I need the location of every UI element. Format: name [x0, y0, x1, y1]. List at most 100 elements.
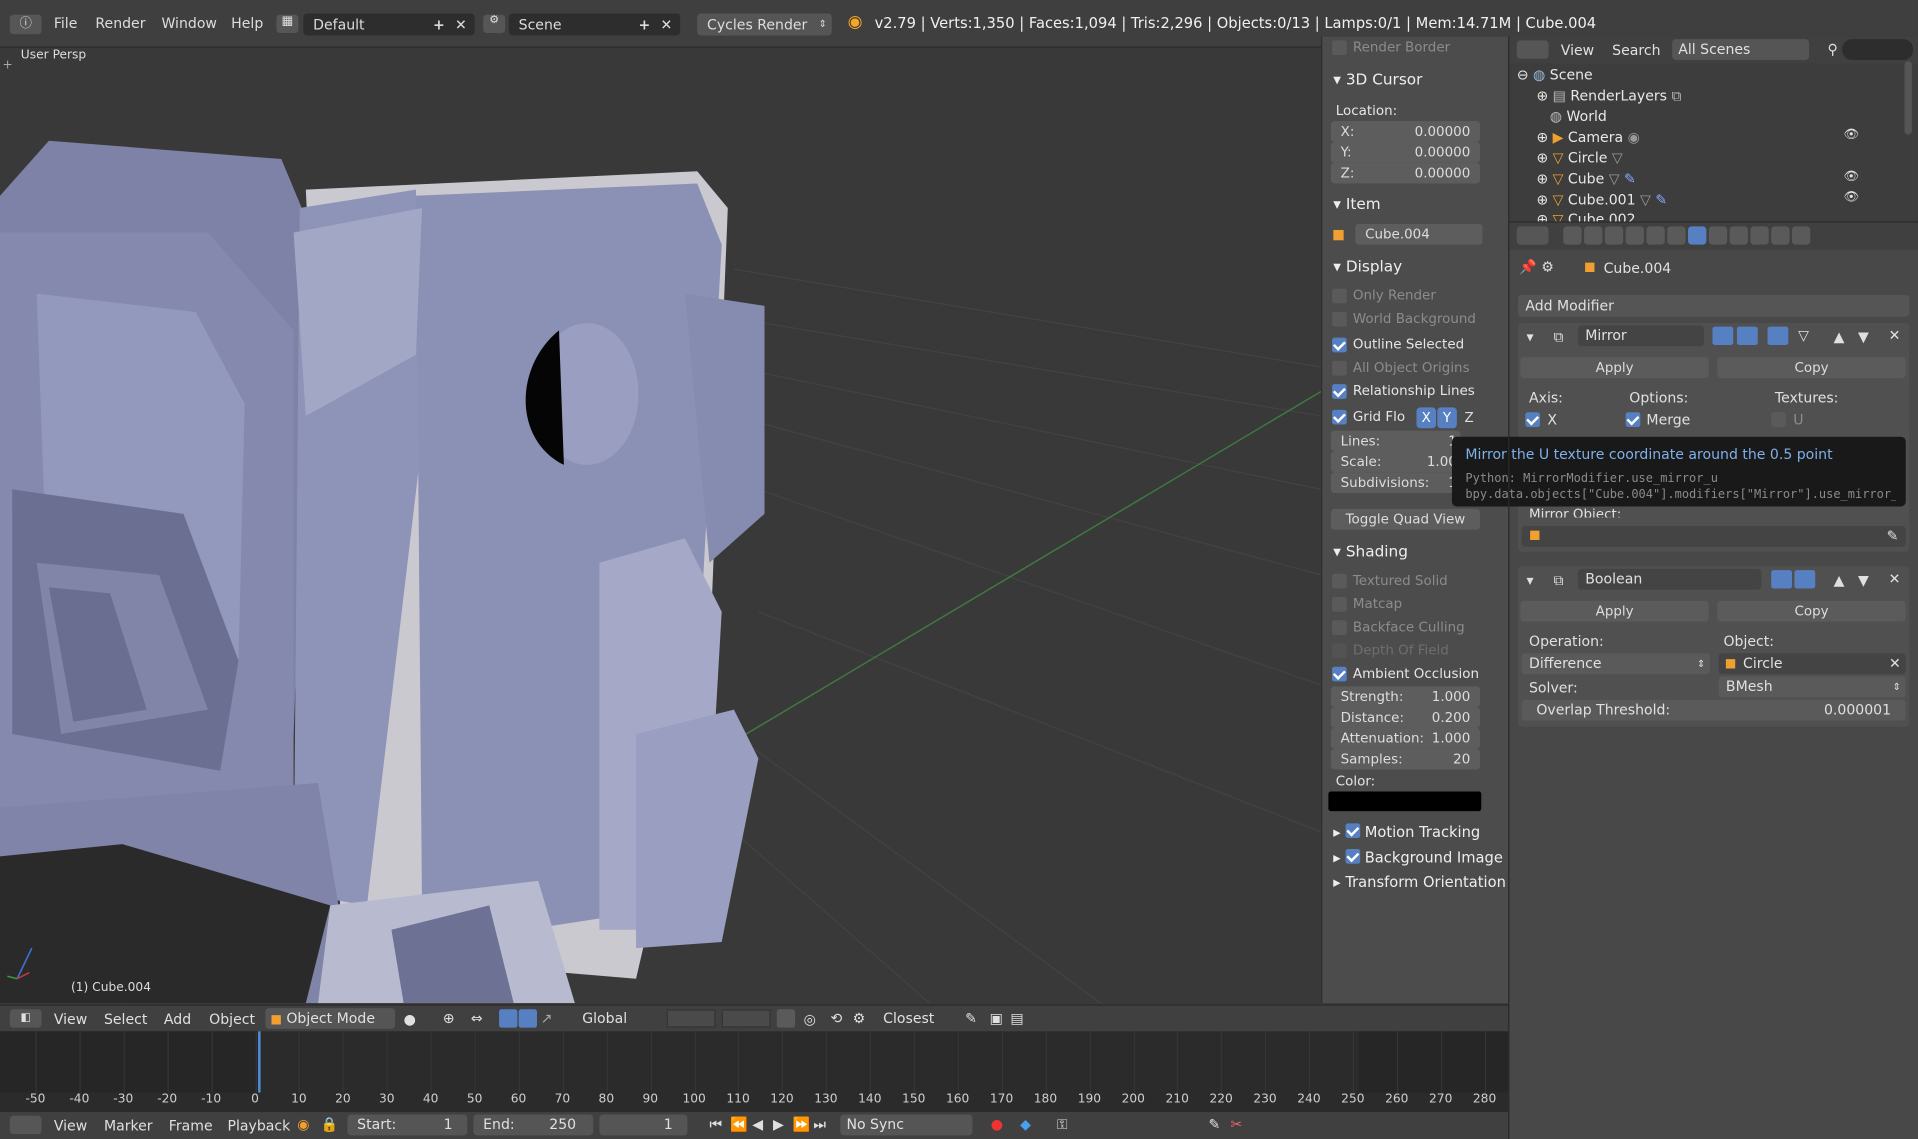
3d-viewport[interactable]: User Persp + (1) Cube.004 [0, 48, 1322, 1004]
play-icon[interactable]: ▶ [773, 1116, 784, 1133]
layers-grid-2[interactable] [721, 1009, 771, 1028]
boolean-move-down-icon[interactable]: ▼ [1858, 571, 1869, 588]
proportional-edit-icon[interactable]: ◎ [804, 1011, 816, 1028]
snap-element-icon[interactable]: ⚙ [853, 1009, 866, 1026]
only-render-checkbox[interactable] [1332, 288, 1347, 304]
display-header[interactable]: ▾ Display [1333, 257, 1402, 275]
world-background-checkbox[interactable] [1332, 311, 1347, 327]
menu-view[interactable]: View [54, 1011, 87, 1028]
menu-file[interactable]: File [54, 15, 78, 32]
outliner-menu-search[interactable]: Search [1612, 42, 1660, 59]
mirror-name-field[interactable]: Mirror [1577, 325, 1704, 347]
render-layers-tab-icon[interactable] [1584, 226, 1603, 245]
depth-of-field-checkbox[interactable] [1332, 643, 1347, 659]
boolean-render-toggle[interactable] [1771, 570, 1792, 589]
outliner-search-input[interactable] [1842, 39, 1914, 60]
render-animation-icon[interactable]: ▤ [1010, 1009, 1023, 1026]
lock-icon[interactable]: 🔒 [320, 1116, 338, 1133]
data-tab-icon[interactable] [1708, 226, 1728, 245]
all-object-origins-checkbox[interactable] [1332, 360, 1347, 376]
mirror-apply-button[interactable]: Apply [1520, 357, 1709, 379]
boolean-collapse-icon[interactable]: ▾ [1527, 571, 1534, 588]
world-tab-icon[interactable] [1625, 226, 1644, 245]
end-frame-field[interactable]: End: 250 [473, 1114, 594, 1136]
menu-select[interactable]: Select [104, 1011, 147, 1028]
outliner-row-circle[interactable]: ⊕ ▽ Circle ▽ [1536, 149, 1622, 166]
transform-orientation-select[interactable]: Global [582, 1008, 660, 1029]
outliner-row-cube[interactable]: ⊕ ▽ Cube ▽ ✎ [1536, 170, 1635, 187]
boolean-remove-icon[interactable]: ✕ [1889, 570, 1901, 587]
toolshelf-plus-icon[interactable]: + [2, 59, 12, 72]
item-name-field[interactable]: Cube.004 [1355, 223, 1483, 245]
scene-icon[interactable]: ⚙ [483, 14, 506, 34]
ao-color-swatch[interactable] [1328, 791, 1482, 812]
outliner-scrollbar[interactable] [1904, 61, 1912, 135]
mirror-move-up-icon[interactable]: ▲ [1834, 328, 1845, 345]
boolean-object-clear-icon[interactable]: ✕ [1889, 653, 1901, 674]
info-editor-icon[interactable]: ⓘ [9, 14, 42, 35]
menu-window[interactable]: Window [161, 15, 216, 32]
boolean-overlap-threshold-field[interactable]: Overlap Threshold: 0.000001 [1521, 699, 1906, 721]
grid-axis-x-toggle[interactable]: X [1416, 407, 1437, 429]
mirror-texture-u-checkbox[interactable] [1771, 412, 1786, 427]
editor-type-icon[interactable]: ◧ [9, 1009, 42, 1028]
properties-editor-icon[interactable] [1516, 226, 1549, 245]
grid-floor-checkbox[interactable] [1332, 409, 1347, 425]
lock-layers-icon[interactable] [776, 1009, 796, 1028]
ao-samples-field[interactable]: Samples: 20 [1330, 748, 1481, 770]
rotate-manipulator-icon[interactable] [518, 1009, 537, 1028]
3d-cursor-header[interactable]: ▾ 3D Cursor [1333, 70, 1422, 88]
timeline-menu-playback[interactable]: Playback [228, 1117, 291, 1134]
outliner-eye-icon-cube-001[interactable]: 👁 [1843, 191, 1859, 204]
play-reverse-icon[interactable]: ◀ [752, 1116, 763, 1133]
grid-scale-field[interactable]: Scale: 1.00 [1330, 451, 1461, 473]
sync-mode-select[interactable]: No Sync [840, 1114, 973, 1136]
keyframe-delete-icon[interactable]: ✂ [1231, 1116, 1243, 1133]
outliner-row-camera[interactable]: ⊕ ▶ Camera ◉ [1536, 128, 1640, 145]
boolean-object-field[interactable]: ■ Circle ✕ [1718, 653, 1906, 675]
snap-target-select[interactable]: Closest [883, 1008, 959, 1029]
close-scene-icon[interactable]: ✕ [661, 13, 673, 35]
object-tab-icon[interactable] [1646, 226, 1665, 245]
mirror-cage-icon[interactable]: ▽ [1798, 327, 1809, 344]
mirror-copy-button[interactable]: Copy [1717, 357, 1906, 379]
grid-lines-field[interactable]: Lines:1 [1330, 430, 1461, 452]
timeline-menu-marker[interactable]: Marker [104, 1117, 153, 1134]
jump-keyframe-back-icon[interactable]: ⏪ [730, 1116, 748, 1133]
record-icon[interactable]: ● [991, 1116, 1003, 1133]
add-scene-icon[interactable]: + [639, 13, 651, 35]
menu-object[interactable]: Object [209, 1011, 255, 1028]
particles-tab-icon[interactable] [1771, 226, 1790, 245]
keyframe-insert-icon[interactable]: ⚿ [1057, 1116, 1068, 1134]
render-engine-select[interactable]: Cycles Render ⇕ [697, 13, 832, 36]
area-divider-vertical[interactable] [1508, 36, 1510, 1139]
mirror-merge-checkbox[interactable] [1625, 412, 1641, 427]
outline-selected-checkbox[interactable] [1332, 337, 1347, 353]
opengl-render-icon[interactable]: ✎ [965, 1009, 977, 1026]
mode-select[interactable]: ■ Object Mode [265, 1008, 396, 1029]
constraints-tab-icon[interactable] [1667, 226, 1686, 245]
current-frame-field[interactable]: 1 [599, 1114, 688, 1136]
boolean-copy-button[interactable]: Copy [1717, 600, 1906, 622]
timeline-menu-view[interactable]: View [54, 1117, 87, 1134]
cursor-z-field[interactable]: Z: 0.00000 [1330, 162, 1481, 184]
close-layout-icon[interactable]: ✕ [455, 13, 467, 35]
snap-icon[interactable]: ⟲ [831, 1009, 843, 1026]
timeline-current-frame-line[interactable] [258, 1031, 261, 1093]
area-divider-horizontal[interactable] [1509, 221, 1918, 223]
shading-header[interactable]: ▾ Shading [1333, 542, 1408, 560]
ao-distance-field[interactable]: Distance: 0.200 [1330, 707, 1481, 728]
start-frame-field[interactable]: Start: 1 [347, 1114, 468, 1136]
textured-solid-checkbox[interactable] [1332, 573, 1347, 589]
jump-end-icon[interactable]: ⏭ [813, 1116, 826, 1134]
render-tab-icon[interactable] [1563, 226, 1582, 245]
add-layout-icon[interactable]: + [433, 13, 445, 35]
manipulator-toggle-icon[interactable]: ⇔ [471, 1009, 483, 1026]
menu-render[interactable]: Render [95, 15, 145, 32]
outliner-eye-icon-camera[interactable]: 👁 [1843, 128, 1859, 141]
background-images-checkbox[interactable] [1345, 849, 1361, 864]
ao-attenuation-field[interactable]: Attenuation: 1.000 [1330, 727, 1481, 749]
outliner-row-world[interactable]: ◍ World [1536, 108, 1607, 125]
background-images-header[interactable]: ▸ Background Image [1333, 849, 1503, 866]
ambient-occlusion-checkbox[interactable] [1332, 666, 1347, 682]
